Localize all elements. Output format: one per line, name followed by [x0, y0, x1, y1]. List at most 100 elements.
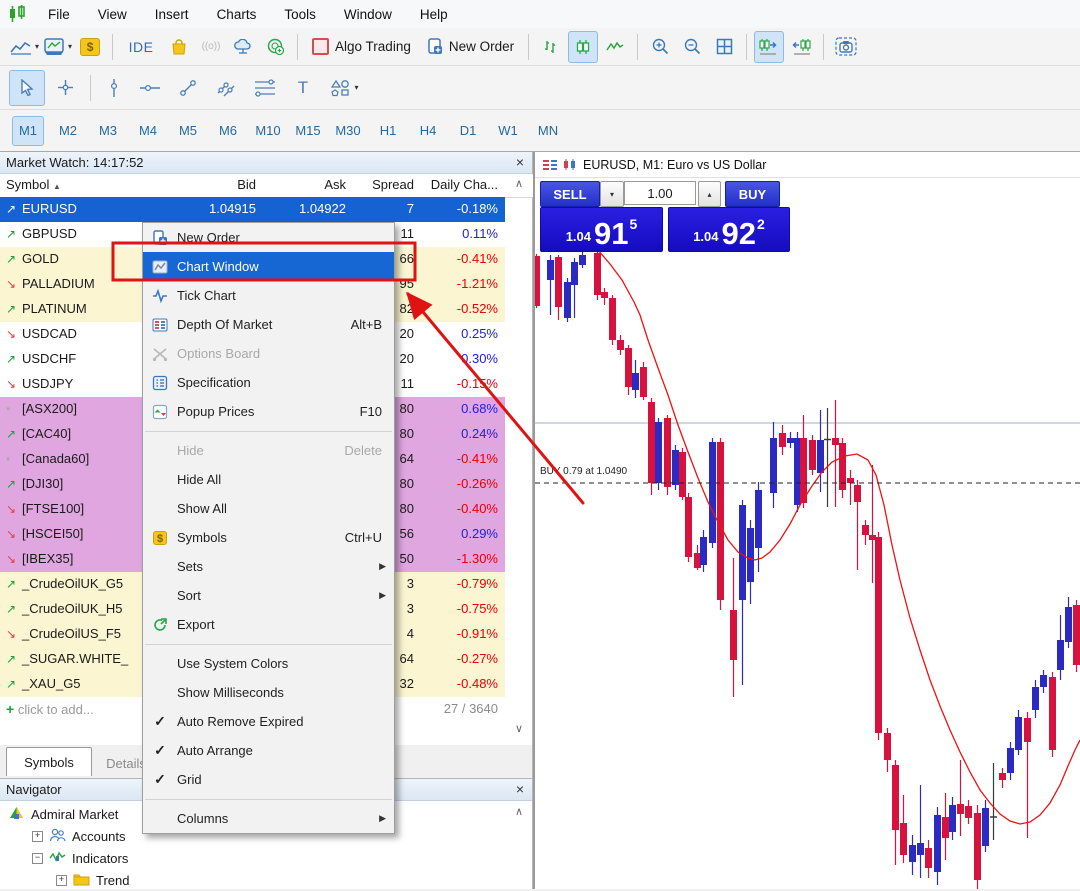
- menu-help[interactable]: Help: [406, 7, 462, 22]
- column-symbol[interactable]: Symbol ▲: [6, 177, 61, 192]
- shapes-tool-button[interactable]: ▾: [322, 70, 368, 106]
- zoom-out-button[interactable]: [677, 31, 707, 63]
- scroll-up-icon[interactable]: ∧: [505, 805, 533, 818]
- menu-item-specification[interactable]: Specification: [143, 368, 394, 397]
- expand-icon[interactable]: +: [56, 874, 67, 886]
- timeframe-m30[interactable]: M30: [332, 116, 364, 146]
- menu-item-show-milliseconds[interactable]: Show Milliseconds: [143, 678, 394, 707]
- timeframe-m3[interactable]: M3: [92, 116, 124, 146]
- crosshair-tool-button[interactable]: [47, 70, 83, 106]
- trend-up-icon: ↗: [6, 427, 17, 441]
- menu-item-hide[interactable]: Hide Delete: [143, 436, 394, 465]
- nav-item-admiral-market[interactable]: Admiral Market: [8, 803, 118, 825]
- nav-item-indicators[interactable]: − Indicators: [32, 847, 128, 869]
- timeframe-d1[interactable]: D1: [452, 116, 484, 146]
- cursor-tool-button[interactable]: [9, 69, 45, 106]
- menu-item-auto-remove-expired[interactable]: ✓ Auto Remove Expired: [143, 707, 394, 736]
- horizontal-line-tool-button[interactable]: [132, 70, 168, 106]
- menu-item-sort[interactable]: Sort ▶: [143, 581, 394, 610]
- menu-item-columns[interactable]: Columns ▶: [143, 804, 394, 833]
- tile-windows-button[interactable]: [709, 31, 739, 63]
- timeframe-h4[interactable]: H4: [412, 116, 444, 146]
- timeframe-m2[interactable]: M2: [52, 116, 84, 146]
- menu-item-symbols[interactable]: $ Symbols Ctrl+U: [143, 523, 394, 552]
- menu-item-chart-window[interactable]: Chart Window: [143, 252, 394, 281]
- volume-increase-button[interactable]: ▴: [698, 181, 721, 207]
- column-spread[interactable]: Spread: [352, 177, 414, 192]
- price-chart[interactable]: [535, 152, 1080, 889]
- community-button[interactable]: [260, 31, 290, 63]
- timeframe-m4[interactable]: M4: [132, 116, 164, 146]
- tab-symbols[interactable]: Symbols: [6, 747, 92, 776]
- ide-button[interactable]: IDE: [120, 31, 162, 63]
- timeframe-m5[interactable]: M5: [172, 116, 204, 146]
- scroll-up-icon[interactable]: ∧: [505, 177, 533, 190]
- menu-item-tick-chart[interactable]: Tick Chart: [143, 281, 394, 310]
- one-click-trading-icon[interactable]: [563, 158, 577, 171]
- algo-trading-button[interactable]: Algo Trading: [305, 31, 418, 63]
- timeframe-m15[interactable]: M15: [292, 116, 324, 146]
- nav-item-accounts[interactable]: + Accounts: [32, 825, 125, 847]
- menu-window[interactable]: Window: [330, 7, 406, 22]
- close-icon[interactable]: ×: [516, 154, 524, 170]
- menu-view[interactable]: View: [84, 7, 141, 22]
- chart-profiles-button[interactable]: ▾: [42, 31, 73, 63]
- column-ask[interactable]: Ask: [260, 177, 346, 192]
- menu-item-options-board[interactable]: Options Board: [143, 339, 394, 368]
- close-icon[interactable]: ×: [516, 781, 524, 797]
- depth-of-market-icon[interactable]: [543, 159, 557, 171]
- market-button[interactable]: [164, 31, 194, 63]
- vertical-line-tool-button[interactable]: [98, 70, 130, 106]
- screenshot-button[interactable]: [831, 31, 861, 63]
- menu-item-popup-prices[interactable]: Popup Prices F10: [143, 397, 394, 426]
- sell-price-display[interactable]: 1.04 91 5: [540, 207, 663, 252]
- volume-decrease-button[interactable]: ▾: [600, 181, 624, 207]
- timeframe-m6[interactable]: M6: [212, 116, 244, 146]
- vps-button[interactable]: [228, 31, 258, 63]
- timeframe-w1[interactable]: W1: [492, 116, 524, 146]
- collapse-icon[interactable]: −: [32, 852, 43, 864]
- menu-file[interactable]: File: [34, 7, 84, 22]
- sell-button[interactable]: SELL: [540, 181, 600, 207]
- timeframe-m10[interactable]: M10: [252, 116, 284, 146]
- trendline-tool-button[interactable]: [170, 70, 206, 106]
- column-bid[interactable]: Bid: [178, 177, 256, 192]
- timeframe-h1[interactable]: H1: [372, 116, 404, 146]
- scroll-down-icon[interactable]: ∨: [505, 722, 533, 735]
- buy-price-display[interactable]: 1.04 92 2: [668, 207, 790, 252]
- timeframe-mn[interactable]: MN: [532, 116, 564, 146]
- menu-item-show-all[interactable]: Show All: [143, 494, 394, 523]
- channel-tool-button[interactable]: [208, 70, 244, 106]
- symbols-button[interactable]: $: [75, 31, 105, 63]
- menu-tools[interactable]: Tools: [270, 7, 330, 22]
- market-watch-row-eurusd[interactable]: ↗ EURUSD 1.04915 1.04922 7 -0.18%: [0, 197, 505, 223]
- menu-item-export[interactable]: Export: [143, 610, 394, 639]
- chart-shift-button[interactable]: [786, 31, 816, 63]
- auto-scroll-button[interactable]: [754, 30, 785, 63]
- bar-chart-mode-button[interactable]: [536, 31, 566, 63]
- menu-item-use-system-colors[interactable]: Use System Colors: [143, 649, 394, 678]
- expand-icon[interactable]: +: [32, 830, 43, 842]
- fibo-tool-button[interactable]: [246, 70, 284, 106]
- signals-button[interactable]: ((o)): [196, 31, 226, 63]
- menu-item-auto-arrange[interactable]: ✓ Auto Arrange: [143, 736, 394, 765]
- menu-item-depth-of-market[interactable]: Depth Of Market Alt+B: [143, 310, 394, 339]
- menu-item-hide-all[interactable]: Hide All: [143, 465, 394, 494]
- menu-item-grid[interactable]: ✓ Grid: [143, 765, 394, 794]
- daily-change-value: 0.30%: [461, 351, 498, 366]
- column-daily-change[interactable]: Daily Cha...: [420, 177, 498, 192]
- line-chart-mode-button[interactable]: [600, 31, 630, 63]
- zoom-in-button[interactable]: [645, 31, 675, 63]
- timeframe-m1[interactable]: M1: [12, 115, 44, 146]
- menu-charts[interactable]: Charts: [203, 7, 271, 22]
- menu-item-new-order[interactable]: New Order: [143, 223, 394, 252]
- new-order-button[interactable]: New Order: [420, 31, 521, 63]
- nav-item-trend[interactable]: + Trend: [56, 869, 129, 891]
- menu-item-sets[interactable]: Sets ▶: [143, 552, 394, 581]
- candle-chart-mode-button[interactable]: [568, 30, 599, 63]
- menu-insert[interactable]: Insert: [141, 7, 203, 22]
- volume-field[interactable]: 1.00: [624, 181, 696, 205]
- buy-button[interactable]: BUY: [725, 181, 780, 207]
- new-chart-button[interactable]: ▾: [9, 31, 40, 63]
- text-tool-button[interactable]: T: [286, 70, 320, 106]
